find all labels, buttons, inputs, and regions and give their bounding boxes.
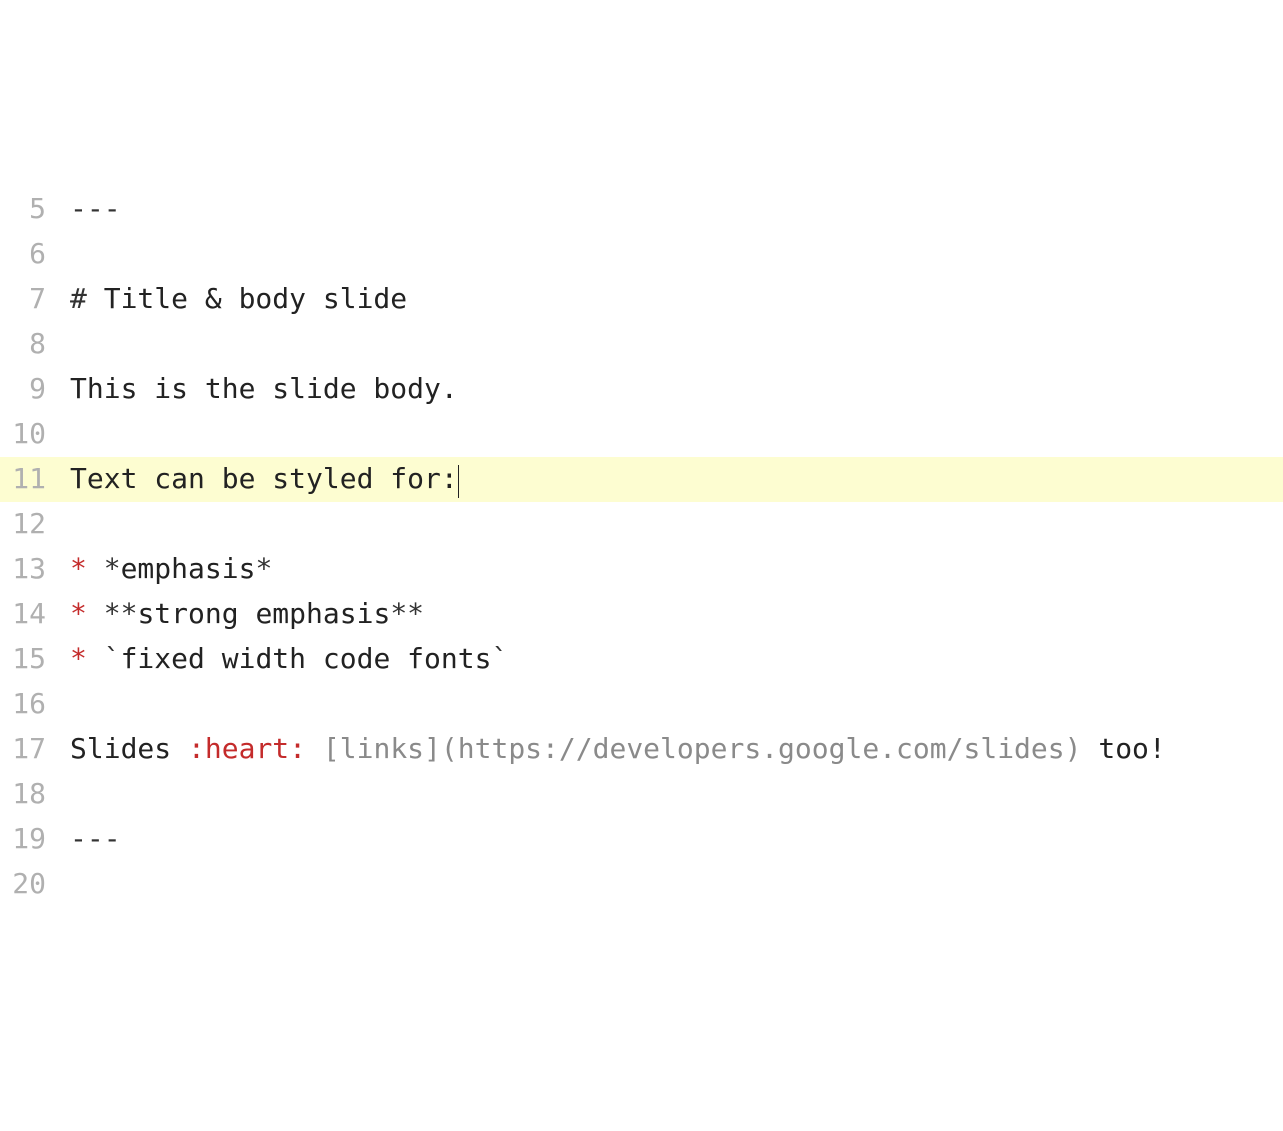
editor-line[interactable]: 18 xyxy=(0,772,1283,817)
token: * xyxy=(104,552,121,585)
editor-line[interactable]: 20 xyxy=(0,862,1283,907)
line-number: 13 xyxy=(0,547,70,592)
token: ** xyxy=(390,597,424,630)
line-number: 12 xyxy=(0,502,70,547)
token: * xyxy=(70,642,87,675)
token: ** xyxy=(104,597,138,630)
line-content[interactable]: This is the slide body. xyxy=(70,367,1283,412)
editor-line[interactable]: 14* **strong emphasis** xyxy=(0,592,1283,637)
line-number: 20 xyxy=(0,862,70,907)
token: strong emphasis xyxy=(137,597,390,630)
token: too! xyxy=(1081,732,1165,765)
line-number: 9 xyxy=(0,367,70,412)
token: * xyxy=(70,552,87,585)
line-number: 10 xyxy=(0,412,70,457)
token: Text can be styled for: xyxy=(70,462,458,495)
editor-line[interactable]: 12 xyxy=(0,502,1283,547)
token xyxy=(87,642,104,675)
text-cursor xyxy=(458,465,460,498)
line-number: 19 xyxy=(0,817,70,862)
token: --- xyxy=(70,192,121,225)
line-number: 17 xyxy=(0,727,70,772)
editor-line[interactable]: 11Text can be styled for: xyxy=(0,457,1283,502)
line-number: 14 xyxy=(0,592,70,637)
token: This is the slide body. xyxy=(70,372,458,405)
editor-line[interactable]: 5--- xyxy=(0,187,1283,232)
token: Slides xyxy=(70,732,188,765)
token: emphasis xyxy=(121,552,256,585)
editor-line[interactable]: 16 xyxy=(0,682,1283,727)
line-content[interactable]: * `fixed width code fonts` xyxy=(70,637,1283,682)
token: # xyxy=(70,282,87,315)
token xyxy=(87,552,104,585)
line-content[interactable]: Slides :heart: [links](https://developer… xyxy=(70,727,1283,772)
line-content[interactable]: --- xyxy=(70,187,1283,232)
line-number: 11 xyxy=(0,457,70,502)
line-number: 5 xyxy=(0,187,70,232)
token xyxy=(306,732,323,765)
line-content[interactable]: Text can be styled for: xyxy=(70,457,1283,502)
line-number: 6 xyxy=(0,232,70,277)
editor-line[interactable]: 7# Title & body slide xyxy=(0,277,1283,322)
token: Title & body slide xyxy=(87,282,407,315)
token: ` xyxy=(491,642,508,675)
line-number: 8 xyxy=(0,322,70,367)
editor-line[interactable]: 17Slides :heart: [links](https://develop… xyxy=(0,727,1283,772)
line-content[interactable]: # Title & body slide xyxy=(70,277,1283,322)
line-content[interactable]: --- xyxy=(70,817,1283,862)
token: fixed width code fonts xyxy=(121,642,492,675)
token: ` xyxy=(104,642,121,675)
editor-line[interactable]: 6 xyxy=(0,232,1283,277)
token: [links](https://developers.google.com/sl… xyxy=(323,732,1082,765)
line-number: 16 xyxy=(0,682,70,727)
token: * xyxy=(255,552,272,585)
token xyxy=(87,597,104,630)
token: * xyxy=(70,597,87,630)
token: --- xyxy=(70,822,121,855)
token: :heart: xyxy=(188,732,306,765)
editor-line[interactable]: 8 xyxy=(0,322,1283,367)
line-content[interactable]: * *emphasis* xyxy=(70,547,1283,592)
code-editor[interactable]: 5---67# Title & body slide89This is the … xyxy=(0,179,1283,907)
editor-line[interactable]: 10 xyxy=(0,412,1283,457)
editor-line[interactable]: 19--- xyxy=(0,817,1283,862)
editor-line[interactable]: 15* `fixed width code fonts` xyxy=(0,637,1283,682)
editor-line[interactable]: 9This is the slide body. xyxy=(0,367,1283,412)
editor-line[interactable]: 13* *emphasis* xyxy=(0,547,1283,592)
line-number: 15 xyxy=(0,637,70,682)
line-number: 7 xyxy=(0,277,70,322)
line-number: 18 xyxy=(0,772,70,817)
line-content[interactable]: * **strong emphasis** xyxy=(70,592,1283,637)
